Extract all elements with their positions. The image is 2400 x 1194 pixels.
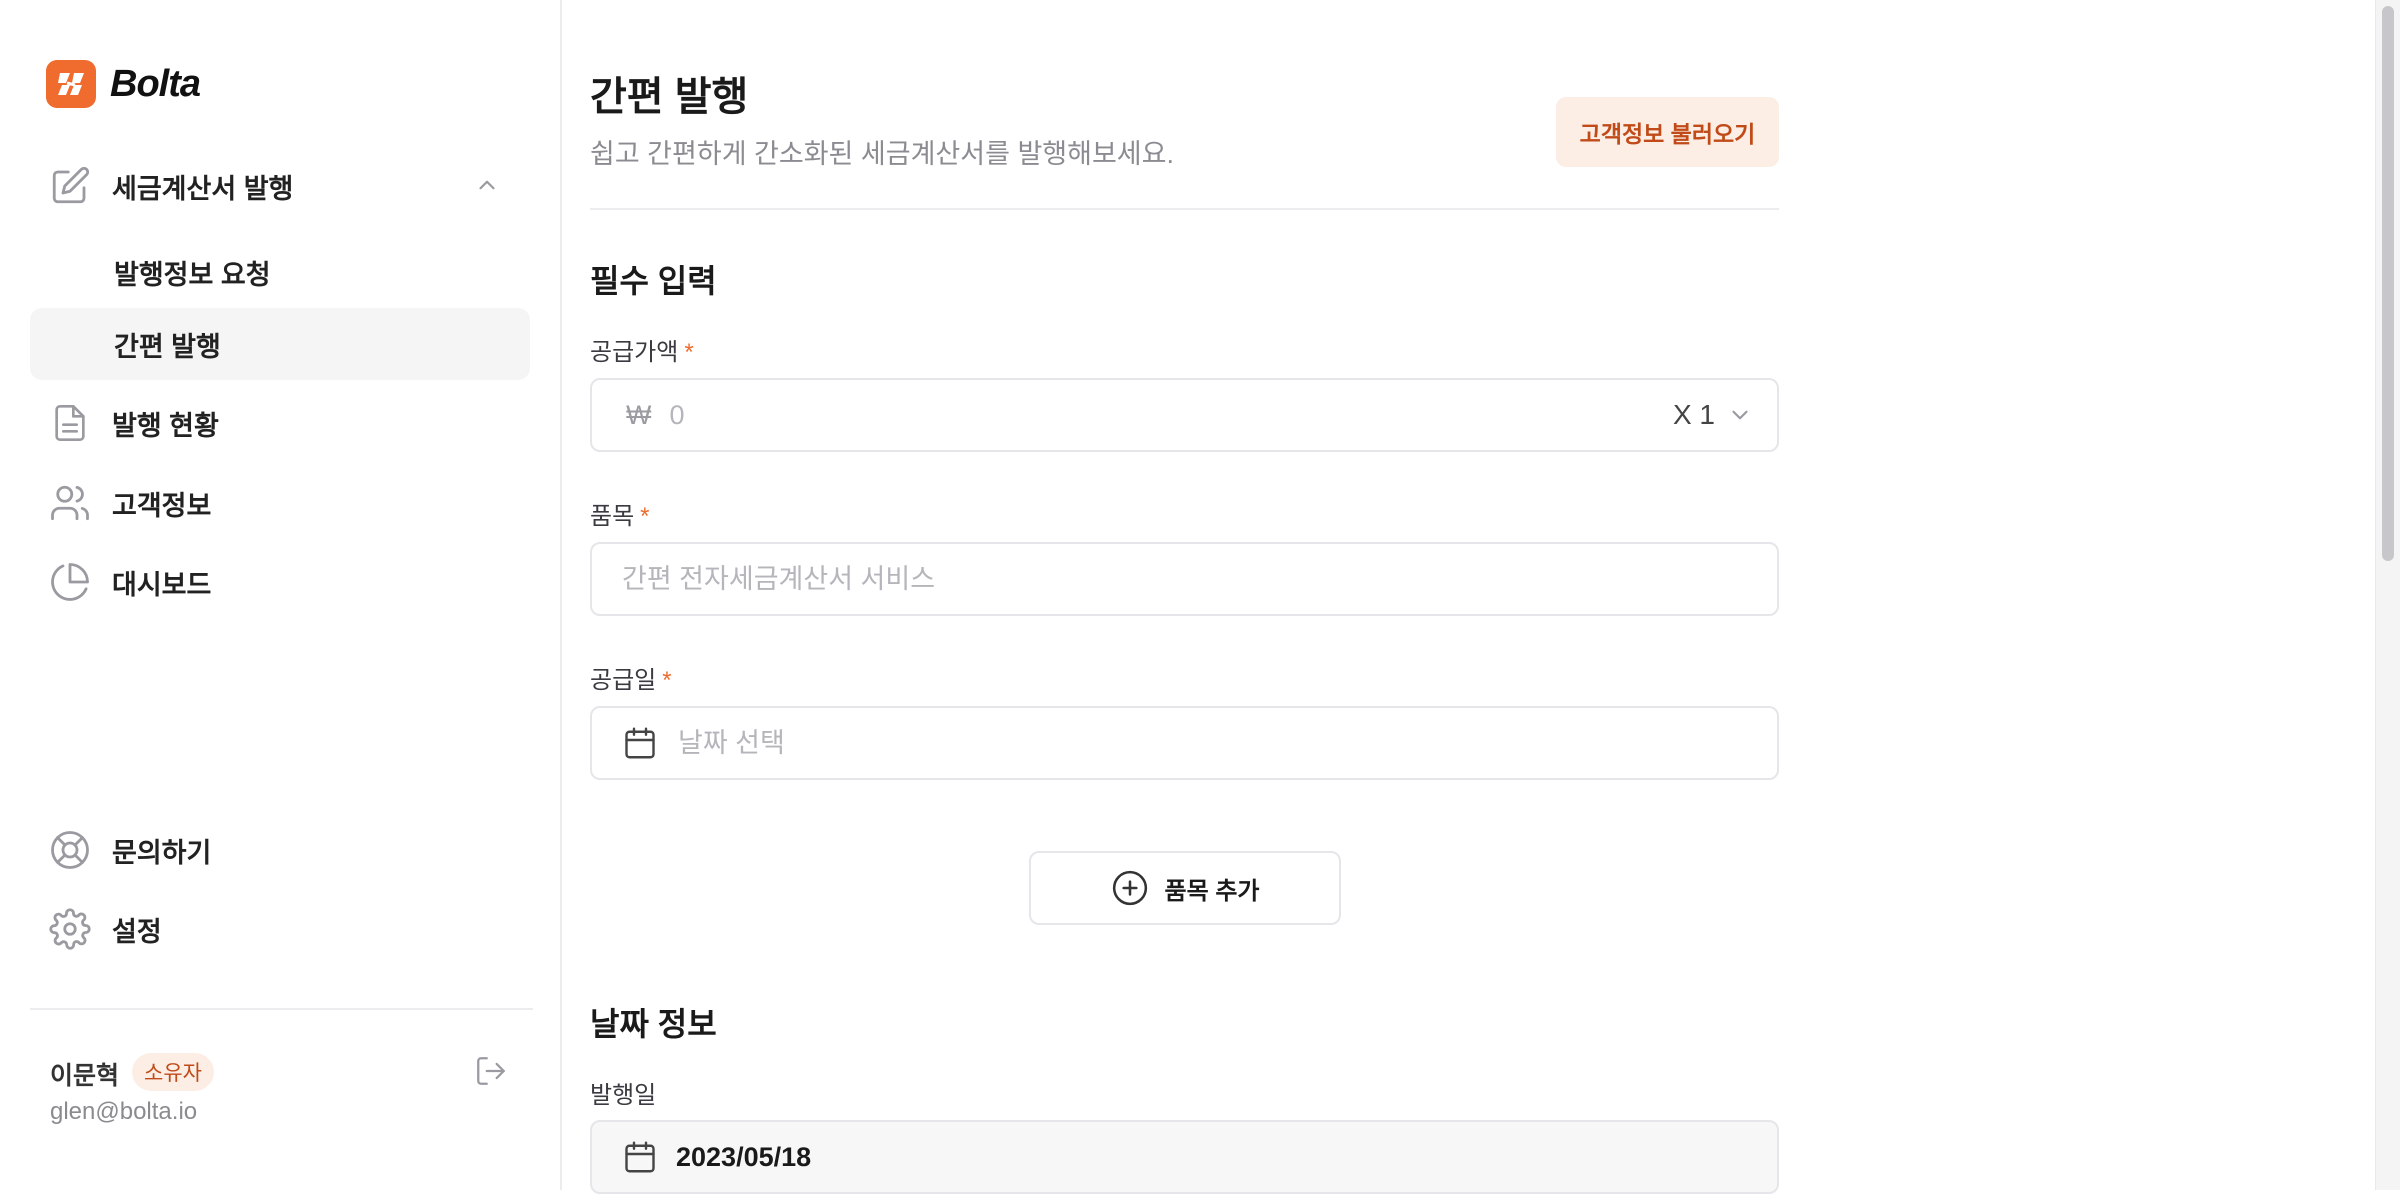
chevron-down-icon xyxy=(1732,410,1748,420)
sidebar-item-label: 고객정보 xyxy=(112,490,212,521)
sidebar-subitem-request-info[interactable]: 발행정보 요청 xyxy=(30,236,530,308)
supply-amount-label-text: 공급가액 xyxy=(590,339,679,366)
page-subtitle: 쉽고 간편하게 간소화된 세금계산서를 발행해보세요. xyxy=(590,139,1174,169)
sidebar: Bolta 세금계산서 발행 발행정보 요청 간편 발행 발행 현황 고객정보 … xyxy=(0,0,562,1190)
user-email: glen@bolta.io xyxy=(50,1098,198,1125)
gear-icon xyxy=(48,907,92,951)
document-icon xyxy=(48,401,92,445)
sidebar-item-label: 설정 xyxy=(112,916,162,947)
role-badge: 소유자 xyxy=(132,1053,214,1091)
sidebar-divider xyxy=(30,1008,533,1010)
scrollbar-thumb[interactable] xyxy=(2382,6,2394,561)
sidebar-item-label: 세금계산서 발행 xyxy=(112,173,294,204)
currency-symbol: ₩ xyxy=(626,399,652,430)
sidebar-subitem-simple-issue[interactable]: 간편 발행 xyxy=(30,308,530,380)
item-input[interactable] xyxy=(620,562,1777,596)
page-title: 간편 발행 xyxy=(590,75,749,119)
sidebar-subitem-label: 발행정보 요청 xyxy=(114,259,271,290)
sidebar-item-dashboard[interactable]: 대시보드 xyxy=(30,546,530,618)
load-customer-button[interactable]: 고객정보 불러오기 xyxy=(1556,97,1779,167)
add-item-button[interactable]: 품목 추가 xyxy=(1029,851,1341,925)
logout-icon[interactable] xyxy=(474,1054,510,1090)
sidebar-item-settings[interactable]: 설정 xyxy=(30,893,530,965)
required-mark: * xyxy=(684,339,694,366)
item-label-text: 품목 xyxy=(590,503,635,530)
supply-amount-input[interactable] xyxy=(667,398,1673,432)
brand-logo[interactable]: Bolta xyxy=(46,60,201,108)
sidebar-item-label: 대시보드 xyxy=(112,569,212,600)
sidebar-item-tax-invoice[interactable]: 세금계산서 발행 xyxy=(30,150,530,222)
required-section-title: 필수 입력 xyxy=(590,263,717,299)
date-section-title: 날짜 정보 xyxy=(590,1006,717,1042)
supply-amount-field: ₩ X 1 xyxy=(590,378,1779,452)
lifebuoy-icon xyxy=(48,828,92,872)
supply-date-input[interactable] xyxy=(676,726,1777,760)
multiplier-value: X 1 xyxy=(1672,399,1715,430)
issue-date-label: 발행일 xyxy=(590,1082,657,1109)
user-name: 이문혁 xyxy=(50,1062,120,1090)
header-divider xyxy=(590,208,1779,210)
bolta-logo-icon xyxy=(46,60,96,108)
required-mark: * xyxy=(662,667,672,694)
users-icon xyxy=(48,481,92,525)
supply-date-field[interactable] xyxy=(590,706,1779,780)
chevron-up-icon[interactable] xyxy=(474,172,500,203)
calendar-icon xyxy=(625,1141,655,1173)
item-field xyxy=(590,542,1779,616)
page-scrollbar[interactable] xyxy=(2375,0,2400,1190)
item-label: 품목 * xyxy=(590,496,650,531)
issue-date-value: 2023/05/18 xyxy=(676,1141,812,1172)
sidebar-item-inquiry[interactable]: 문의하기 xyxy=(30,814,530,886)
add-item-label: 품목 추가 xyxy=(1164,877,1260,905)
sidebar-item-issue-status[interactable]: 발행 현황 xyxy=(30,387,530,459)
sidebar-subitem-label: 간편 발행 xyxy=(114,331,221,362)
supply-date-label: 공급일 * xyxy=(590,660,672,695)
brand-name: Bolta xyxy=(110,62,201,105)
sidebar-item-label: 문의하기 xyxy=(112,837,212,868)
issue-date-field[interactable]: 2023/05/18 xyxy=(590,1120,1779,1194)
calendar-icon xyxy=(625,727,655,759)
quantity-multiplier-select[interactable]: X 1 xyxy=(1673,399,1753,431)
supply-amount-label: 공급가액 * xyxy=(590,332,694,367)
edit-icon xyxy=(48,164,92,208)
required-mark: * xyxy=(640,503,650,530)
sidebar-item-label: 발행 현황 xyxy=(112,410,219,441)
supply-date-label-text: 공급일 xyxy=(590,667,657,694)
plus-circle-icon xyxy=(1112,870,1147,906)
pie-chart-icon xyxy=(48,560,92,604)
sidebar-item-customers[interactable]: 고객정보 xyxy=(30,467,530,539)
